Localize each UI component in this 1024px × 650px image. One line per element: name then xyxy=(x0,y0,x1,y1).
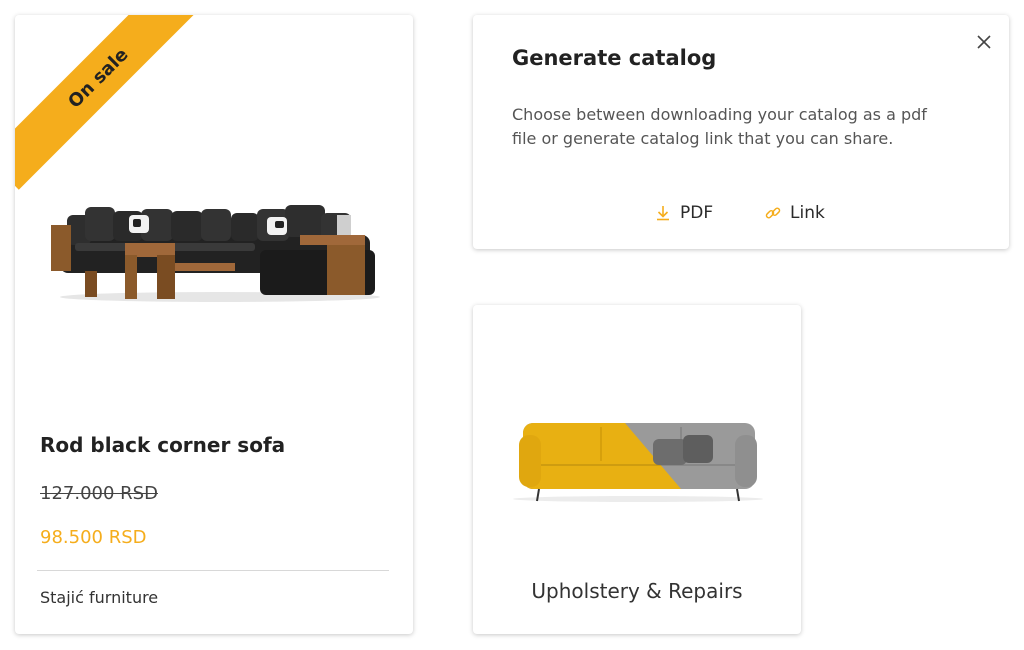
generate-catalog-dialog: Generate catalog Choose between download… xyxy=(473,15,1009,249)
vendor-name[interactable]: Stajić furniture xyxy=(40,588,158,607)
product-title[interactable]: Rod black corner sofa xyxy=(40,433,285,457)
black-corner-sofa-image xyxy=(51,205,380,302)
product-card[interactable]: On sale Rod black corner sofa 127.000 RS… xyxy=(15,15,413,634)
download-icon xyxy=(657,206,669,221)
dialog-title: Generate catalog xyxy=(512,46,717,70)
link-button-label: Link xyxy=(790,203,825,223)
divider xyxy=(37,570,389,571)
link-button[interactable]: Link xyxy=(764,201,825,225)
link-icon xyxy=(765,207,781,219)
sale-ribbon: On sale xyxy=(15,15,210,190)
close-icon xyxy=(977,35,991,49)
sale-price: 98.500 RSD xyxy=(40,527,147,548)
yellow-grey-sofa-image xyxy=(513,423,763,502)
pdf-button-label: PDF xyxy=(680,203,714,223)
sale-ribbon-label: On sale xyxy=(63,43,133,113)
pdf-button[interactable]: PDF xyxy=(654,201,713,225)
dialog-description: Choose between downloading your catalog … xyxy=(512,105,927,148)
category-card[interactable]: Upholstery & Repairs xyxy=(473,305,801,634)
close-button[interactable] xyxy=(973,31,995,53)
category-label: Upholstery & Repairs xyxy=(531,579,743,603)
old-price: 127.000 RSD xyxy=(40,483,158,504)
